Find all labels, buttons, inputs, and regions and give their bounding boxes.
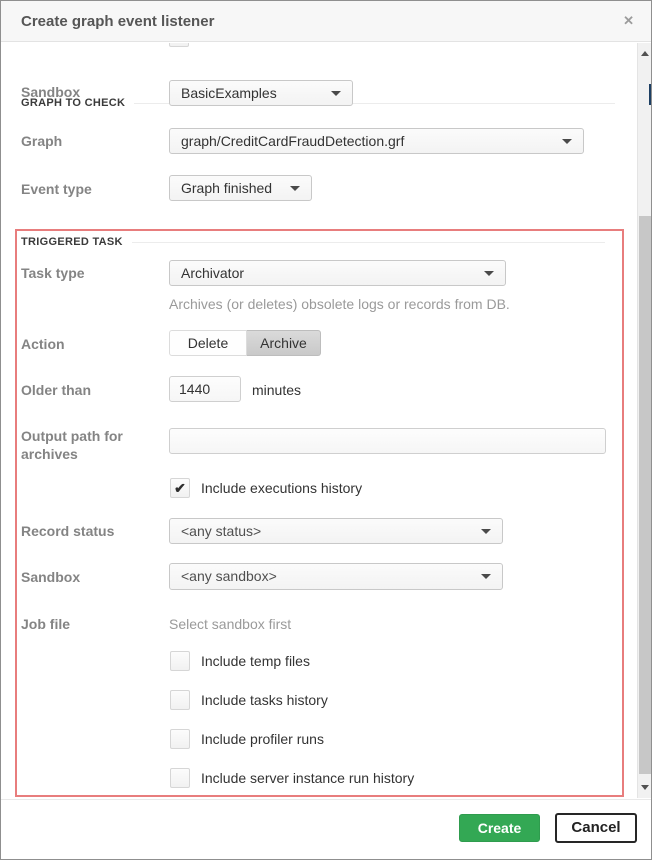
include-tasks-history-label: Include tasks history bbox=[201, 692, 328, 708]
record-status-dropdown-value: <any status> bbox=[181, 523, 261, 539]
include-server-instance-run-history-label: Include server instance run history bbox=[201, 770, 414, 786]
action-delete-button[interactable]: Delete bbox=[169, 330, 247, 356]
graph-label: Graph bbox=[21, 133, 62, 149]
triggered-task-highlight-box bbox=[15, 229, 624, 797]
sandbox-dropdown-value: BasicExamples bbox=[181, 85, 277, 101]
action-archive-button[interactable]: Archive bbox=[247, 330, 321, 356]
record-status-dropdown[interactable]: <any status> bbox=[169, 518, 503, 544]
create-graph-event-listener-dialog: Create graph event listener ✕ GRAPH TO C… bbox=[0, 0, 652, 860]
older-than-input[interactable] bbox=[169, 376, 241, 402]
include-executions-history-checkbox[interactable]: ✔ bbox=[170, 478, 190, 498]
checkmark-icon: ✔ bbox=[174, 480, 186, 496]
graph-dropdown[interactable]: graph/CreditCardFraudDetection.grf bbox=[169, 128, 584, 154]
scrollbar-down-arrow-icon[interactable] bbox=[641, 785, 649, 790]
include-profiler-runs-label: Include profiler runs bbox=[201, 731, 324, 747]
include-server-instance-run-history-checkbox[interactable] bbox=[170, 768, 190, 788]
event-type-dropdown-value: Graph finished bbox=[181, 180, 272, 196]
section-rule bbox=[132, 242, 605, 243]
task-type-label: Task type bbox=[21, 265, 85, 281]
task-sandbox-label: Sandbox bbox=[21, 569, 80, 585]
section-legend: TRIGGERED TASK bbox=[21, 236, 123, 248]
task-sandbox-dropdown[interactable]: <any sandbox> bbox=[169, 563, 503, 590]
close-icon[interactable]: ✕ bbox=[623, 14, 634, 28]
output-path-input[interactable] bbox=[169, 428, 606, 454]
chevron-down-icon bbox=[562, 139, 572, 144]
task-type-dropdown-value: Archivator bbox=[181, 265, 244, 281]
cancel-button[interactable]: Cancel bbox=[555, 813, 637, 843]
include-temp-files-checkbox[interactable] bbox=[170, 651, 190, 671]
include-tasks-history-checkbox[interactable] bbox=[170, 690, 190, 710]
partial-checkbox[interactable] bbox=[169, 43, 189, 47]
create-button[interactable]: Create bbox=[459, 814, 540, 842]
sandbox-label: Sandbox bbox=[21, 84, 80, 100]
scrollbar-thumb[interactable] bbox=[639, 216, 652, 774]
chevron-down-icon bbox=[484, 271, 494, 276]
older-than-label: Older than bbox=[21, 382, 91, 398]
dialog-scroll-content: GRAPH TO CHECK Sandbox BasicExamples Gra… bbox=[1, 43, 637, 798]
include-temp-files-label: Include temp files bbox=[201, 653, 310, 669]
action-label: Action bbox=[21, 336, 65, 352]
section-triggered-task-header: TRIGGERED TASK bbox=[21, 236, 605, 248]
vertical-scrollbar[interactable] bbox=[637, 43, 652, 798]
dialog-titlebar: Create graph event listener ✕ bbox=[1, 1, 651, 42]
scrollbar-up-arrow-icon[interactable] bbox=[641, 51, 649, 56]
record-status-label: Record status bbox=[21, 523, 114, 539]
include-executions-history-label: Include executions history bbox=[201, 480, 362, 496]
event-type-dropdown[interactable]: Graph finished bbox=[169, 175, 312, 201]
sandbox-dropdown[interactable]: BasicExamples bbox=[169, 80, 353, 106]
job-file-label: Job file bbox=[21, 616, 70, 632]
graph-dropdown-value: graph/CreditCardFraudDetection.grf bbox=[181, 133, 404, 149]
task-sandbox-dropdown-value: <any sandbox> bbox=[181, 568, 277, 584]
include-profiler-runs-checkbox[interactable] bbox=[170, 729, 190, 749]
event-type-label: Event type bbox=[21, 181, 92, 197]
job-file-hint: Select sandbox first bbox=[169, 616, 291, 632]
chevron-down-icon bbox=[481, 529, 491, 534]
chevron-down-icon bbox=[481, 574, 491, 579]
older-than-unit: minutes bbox=[252, 382, 301, 398]
task-type-dropdown[interactable]: Archivator bbox=[169, 260, 506, 286]
task-type-description: Archives (or deletes) obsolete logs or r… bbox=[169, 296, 510, 312]
chevron-down-icon bbox=[331, 91, 341, 96]
dialog-footer: Create Cancel bbox=[1, 799, 651, 860]
dialog-title: Create graph event listener bbox=[21, 1, 214, 42]
chevron-down-icon bbox=[290, 186, 300, 191]
output-path-label: Output path for archives bbox=[21, 427, 146, 463]
